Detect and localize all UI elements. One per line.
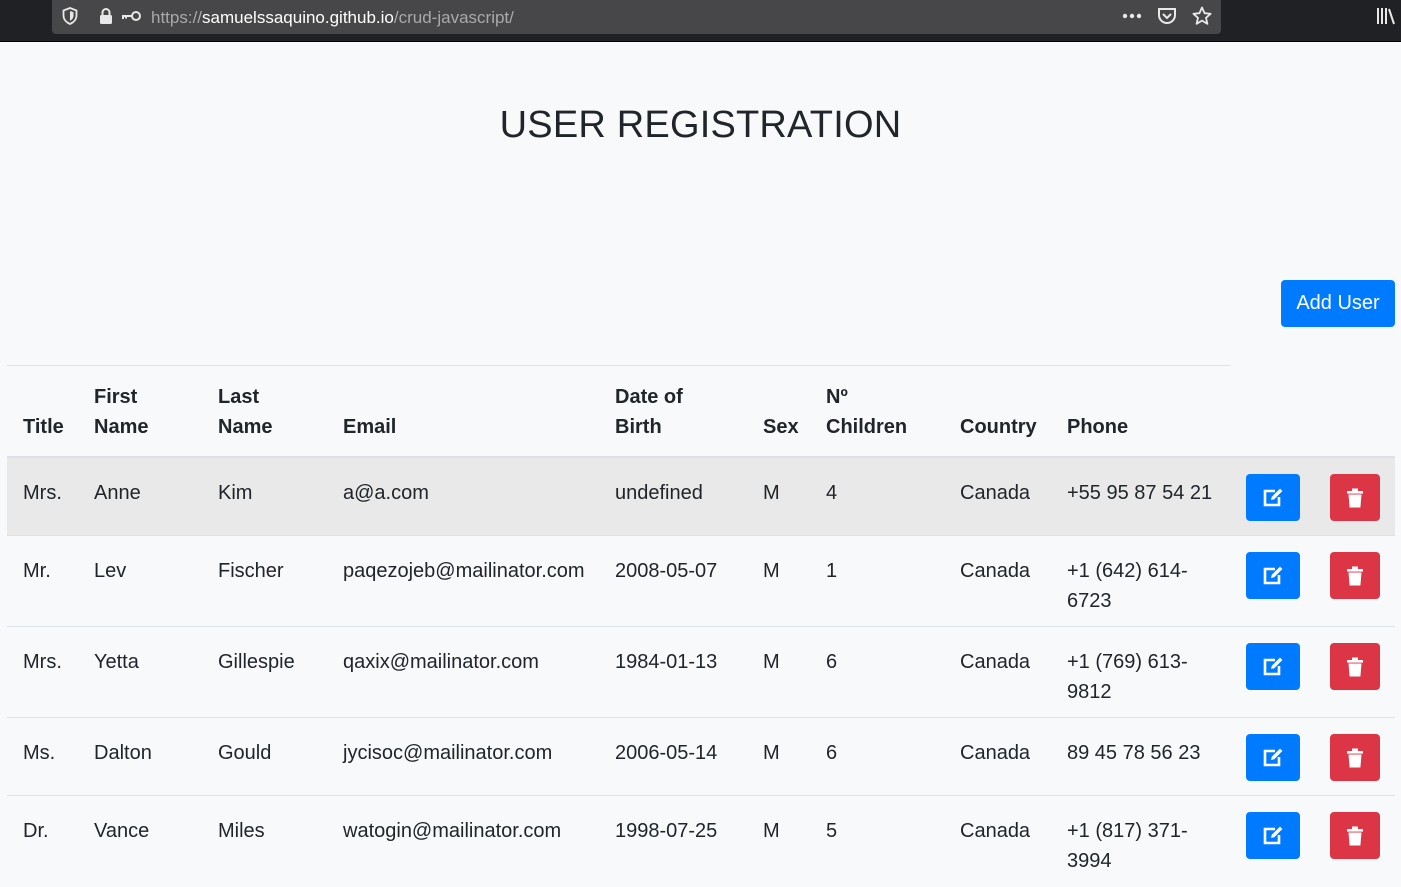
edit-icon (1263, 748, 1283, 766)
table-row[interactable]: Mrs. Yetta Gillespie qaxix@mailinator.co… (7, 627, 1395, 718)
edit-button[interactable] (1246, 812, 1300, 859)
cell-title: Mr. (23, 560, 51, 582)
header-phone: Phone (1067, 416, 1129, 438)
cell-children: 4 (826, 482, 838, 504)
table-row[interactable]: Ms. Dalton Gould jycisoc@mailinator.com … (7, 718, 1395, 796)
cell-first-name: Yetta (94, 651, 139, 673)
trash-icon (1347, 566, 1363, 585)
cell-children: 1 (826, 560, 838, 582)
page-title: USER REGISTRATION (499, 104, 902, 146)
table-row[interactable]: Dr. Vance Miles watogin@mailinator.com 1… (7, 796, 1395, 887)
cell-phone: +1 (769) 613-9812 (1067, 651, 1188, 703)
cell-first-name: Dalton (94, 742, 152, 764)
cell-sex: M (763, 651, 780, 673)
delete-button[interactable] (1330, 734, 1380, 781)
header-first-name: First Name (94, 386, 149, 438)
cell-sex: M (763, 820, 780, 842)
table-row[interactable]: Mrs. Anne Kim a@a.com undefined M 4 Cana… (7, 458, 1395, 536)
browser-toolbar: https://samuelssaquino.github.io/crud-ja… (0, 0, 1401, 42)
table-header: Title First Name Last Name Email Date of… (7, 366, 1395, 458)
cell-last-name: Fischer (218, 560, 284, 582)
header-title: Title (23, 416, 64, 438)
cell-date-of-birth: 2006-05-14 (615, 742, 718, 764)
header-sex: Sex (763, 416, 799, 438)
cell-date-of-birth: 1998-07-25 (615, 820, 718, 842)
header-email: Email (343, 416, 397, 438)
cell-title: Dr. (23, 820, 49, 842)
header-country: Country (960, 416, 1037, 438)
cell-phone: +1 (642) 614-6723 (1067, 560, 1188, 612)
cell-sex: M (763, 560, 780, 582)
edit-button[interactable] (1246, 552, 1300, 599)
url-scheme: https:// (151, 8, 203, 27)
cell-email: jycisoc@mailinator.com (343, 742, 553, 764)
cell-country: Canada (960, 482, 1031, 504)
edit-button[interactable] (1246, 474, 1300, 521)
edit-icon (1263, 566, 1283, 584)
lock-icon[interactable] (96, 6, 116, 26)
library-icon[interactable] (1375, 6, 1397, 28)
cell-first-name: Anne (94, 482, 141, 504)
cell-date-of-birth: 1984-01-13 (615, 651, 718, 673)
key-icon[interactable] (120, 6, 142, 26)
edit-icon (1263, 826, 1283, 844)
cell-phone: 89 45 78 56 23 (1067, 742, 1201, 764)
shield-icon[interactable] (60, 6, 80, 26)
cell-email: paqezojeb@mailinator.com (343, 560, 585, 582)
cell-sex: M (763, 742, 780, 764)
cell-first-name: Vance (94, 820, 150, 842)
trash-icon (1347, 748, 1363, 767)
delete-button[interactable] (1330, 474, 1380, 521)
more-icon[interactable] (1122, 6, 1142, 26)
cell-last-name: Kim (218, 482, 253, 504)
cell-country: Canada (960, 820, 1031, 842)
trash-icon (1347, 657, 1363, 676)
trash-icon (1347, 826, 1363, 845)
edit-button[interactable] (1246, 734, 1300, 781)
cell-children: 6 (826, 651, 838, 673)
cell-date-of-birth: undefined (615, 482, 703, 504)
cell-children: 5 (826, 820, 838, 842)
delete-button[interactable] (1330, 552, 1380, 599)
cell-title: Mrs. (23, 651, 62, 673)
header-date-of-birth: Date of Birth (615, 386, 683, 438)
table-row[interactable]: Mr. Lev Fischer paqezojeb@mailinator.com… (7, 536, 1395, 627)
cell-last-name: Gould (218, 742, 272, 764)
delete-button[interactable] (1330, 643, 1380, 690)
address-bar[interactable]: https://samuelssaquino.github.io/crud-ja… (52, 0, 1221, 34)
cell-title: Mrs. (23, 482, 62, 504)
cell-first-name: Lev (94, 560, 127, 582)
star-icon[interactable] (1192, 6, 1212, 26)
cell-email: watogin@mailinator.com (343, 820, 562, 842)
url-host: samuelssaquino.github.io (202, 8, 394, 27)
url-text[interactable]: https://samuelssaquino.github.io/crud-ja… (151, 8, 514, 28)
header-last-name: Last Name (218, 386, 273, 438)
add-user-button[interactable]: Add User (1281, 280, 1395, 327)
pocket-icon[interactable] (1157, 6, 1177, 26)
cell-country: Canada (960, 742, 1031, 764)
cell-phone: +55 95 87 54 21 (1067, 482, 1213, 504)
delete-button[interactable] (1330, 812, 1380, 859)
cell-email: a@a.com (343, 482, 429, 504)
edit-icon (1263, 657, 1283, 675)
users-table: Title First Name Last Name Email Date of… (7, 366, 1395, 887)
cell-email: qaxix@mailinator.com (343, 651, 539, 673)
cell-country: Canada (960, 651, 1031, 673)
header-children: Nº Children (826, 386, 908, 438)
cell-last-name: Miles (218, 820, 265, 842)
cell-title: Ms. (23, 742, 56, 764)
cell-children: 6 (826, 742, 838, 764)
cell-sex: M (763, 482, 780, 504)
cell-country: Canada (960, 560, 1031, 582)
cell-date-of-birth: 2008-05-07 (615, 560, 718, 582)
trash-icon (1347, 488, 1363, 507)
cell-last-name: Gillespie (218, 651, 295, 673)
cell-phone: +1 (817) 371-3994 (1067, 820, 1188, 872)
url-path: /crud-javascript/ (393, 8, 514, 27)
edit-icon (1263, 488, 1283, 506)
edit-button[interactable] (1246, 643, 1300, 690)
